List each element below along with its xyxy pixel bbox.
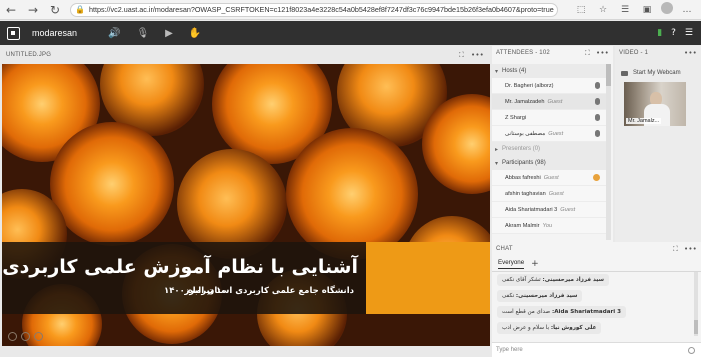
mic-icon — [595, 114, 600, 121]
chat-pod: CHAT ⛶ ••• Everyone + سید فرزاد میرحسینی… — [492, 242, 701, 357]
start-webcam-button[interactable]: Start My Webcam — [621, 70, 701, 76]
chat-placeholder: Type here — [496, 347, 523, 353]
attendees-menu-icon[interactable]: ••• — [596, 49, 609, 58]
banner-dark — [2, 242, 366, 314]
chat-menu-icon[interactable]: ••• — [684, 245, 697, 254]
signal-icon[interactable]: ▮ — [657, 28, 662, 38]
tool-pointer-icon[interactable] — [8, 332, 17, 341]
presentation-header: UNTITLED.JPG ⛶ ••• — [0, 48, 490, 62]
chat-input[interactable]: Type here — [492, 342, 701, 357]
slide-date: ۱۰ تیرماه ۱۴۰۰ — [164, 286, 227, 296]
raise-hand-icon[interactable]: ✋ — [189, 28, 201, 39]
chat-message: علی کوروش نیا: با سلام و عرض ادب — [492, 320, 692, 336]
group-presenters[interactable]: ▸ Presenters (0) — [492, 142, 606, 156]
microphone-icon[interactable]: 🎙 — [136, 28, 149, 39]
fullscreen-icon[interactable]: ⛶ — [459, 51, 464, 60]
chat-scrollbar[interactable] — [694, 272, 698, 336]
attendee-row[interactable]: Aida Shariatmadari 3 Guest — [492, 202, 606, 218]
url-text: https://vc2.uast.ac.ir/modaresan?OWASP_C… — [88, 5, 554, 14]
group-hosts[interactable]: ▾ Hosts (4) — [492, 64, 606, 78]
video-tile[interactable]: Mr. Jamalz... — [624, 82, 686, 126]
chat-messages: سید فرزاد میرحسینی: تشکر آقای نکفی سید ف… — [492, 272, 692, 342]
attendee-row[interactable]: Mr. Jamalzadeh Guest — [492, 94, 606, 110]
mic-icon — [595, 98, 600, 105]
back-icon[interactable]: ← — [0, 0, 22, 20]
attendee-row[interactable]: Akram Malmir You — [492, 218, 606, 234]
camera-icon[interactable]: ▶ — [165, 28, 173, 39]
app-toolbar: modaresan 🔊 🎙 ▶ ✋ ▮ ? ☰ — [0, 21, 701, 45]
more-icon[interactable]: … — [679, 2, 695, 18]
video-pod: VIDEO - 1 ••• Start My Webcam Mr. Jamalz… — [615, 46, 701, 242]
video-title: VIDEO - 1 — [619, 50, 649, 56]
meeting-name: modaresan — [32, 28, 78, 38]
attendee-row[interactable]: afshin taghavian Guest — [492, 186, 606, 202]
favorite-icon[interactable]: ☆ — [595, 2, 611, 18]
attendee-list: ▾ Hosts (4) Dr. Bagheri (alborz) Mr. Jama… — [492, 64, 606, 240]
attendee-row[interactable]: Dr. Bagheri (alborz) — [492, 78, 606, 94]
browser-toolbar: ← → ↻ 🔒 https://vc2.uast.ac.ir/modaresan… — [0, 0, 701, 20]
presentation-menu-icon[interactable]: ••• — [471, 51, 484, 60]
favorites-bar-icon[interactable]: ☰ — [617, 2, 633, 18]
chat-message: Aida Shariatmadari 3: صدای من قطع است — [492, 304, 692, 320]
raised-hand-icon — [593, 174, 600, 181]
presentation-tools — [8, 332, 43, 341]
mic-icon — [595, 82, 600, 89]
refresh-icon[interactable]: ↻ — [44, 0, 66, 20]
attendee-row[interactable]: Z Shargi — [492, 110, 606, 126]
presentation-title: UNTITLED.JPG — [6, 52, 52, 58]
tool-pencil-icon[interactable] — [21, 332, 30, 341]
mic-icon — [595, 130, 600, 137]
address-bar[interactable]: 🔒 https://vc2.uast.ac.ir/modaresan?OWASP… — [70, 2, 558, 17]
tab-everyone[interactable]: Everyone — [498, 259, 525, 269]
chat-title: CHAT — [496, 246, 513, 252]
forward-icon[interactable]: → — [22, 0, 44, 20]
webcam-icon — [621, 70, 628, 76]
attendees-title: ATTENDEES - 102 — [496, 50, 550, 56]
help-icon[interactable]: ? — [671, 28, 676, 38]
attendee-scrollbar[interactable] — [606, 64, 611, 240]
lock-icon: 🔒 — [75, 5, 85, 14]
attendees-fullscreen-icon[interactable]: ⛶ — [585, 49, 590, 58]
chevron-down-icon: ▾ — [495, 67, 499, 75]
app-logo[interactable] — [0, 21, 26, 45]
send-icon[interactable] — [688, 346, 695, 354]
banner-orange — [366, 242, 490, 314]
video-tile-name: Mr. Jamalz... — [626, 118, 662, 124]
group-participants[interactable]: ▾ Participants (98) — [492, 156, 606, 170]
collections-icon[interactable]: ▣ — [639, 2, 655, 18]
extension-icon[interactable]: ⬚ — [573, 2, 589, 18]
chat-message: سید فرزاد میرحسینی: نکفی — [492, 288, 692, 304]
presentation-slide: آشنایی با نظام آموزش علمی کاربردی دانشگا… — [2, 64, 490, 346]
tool-shape-icon[interactable] — [34, 332, 43, 341]
chat-message: سید فرزاد میرحسینی: تشکر آقای نکفی — [492, 272, 692, 288]
video-menu-icon[interactable]: ••• — [684, 49, 697, 57]
chat-fullscreen-icon[interactable]: ⛶ — [673, 245, 678, 254]
profile-avatar[interactable] — [661, 1, 673, 14]
attendees-pod: ATTENDEES - 102 ⛶ ••• ▾ Hosts (4) Dr. Bag… — [492, 46, 613, 242]
chevron-right-icon: ▸ — [495, 145, 499, 153]
attendee-row[interactable]: مصطفی بوستانی Guest — [492, 126, 606, 142]
chevron-down-icon: ▾ — [495, 159, 499, 167]
slide-title: آشنایی با نظام آموزش علمی کاربردی — [2, 256, 358, 278]
speaker-icon[interactable]: 🔊 — [108, 28, 120, 39]
slide-banner: آشنایی با نظام آموزش علمی کاربردی دانشگا… — [2, 242, 490, 314]
attendee-row[interactable]: Abbas fafreshi Guest — [492, 170, 606, 186]
add-chat-tab-icon[interactable]: + — [531, 259, 539, 269]
menu-icon[interactable]: ☰ — [685, 28, 693, 38]
